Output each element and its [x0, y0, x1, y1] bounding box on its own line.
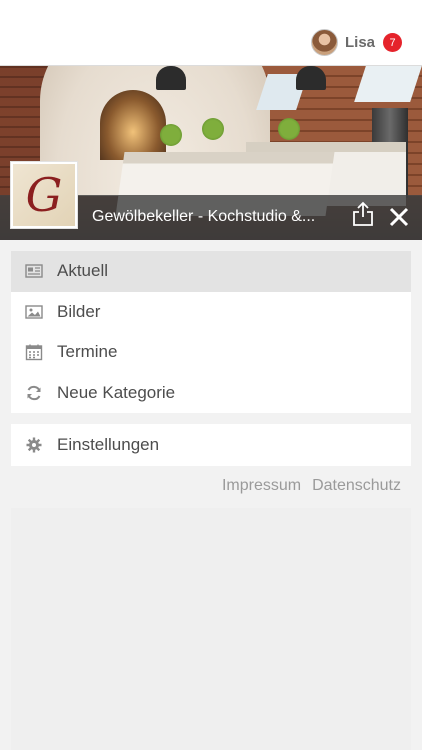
menu-item-termine[interactable]: Termine — [11, 332, 411, 373]
menu-item-label: Termine — [57, 342, 118, 362]
refresh-icon — [25, 384, 43, 402]
avatar[interactable] — [310, 29, 338, 56]
menu-item-label: Neue Kategorie — [57, 382, 176, 402]
logo-letter: G — [13, 164, 75, 226]
menu-item-aktuell[interactable]: Aktuell — [11, 251, 411, 292]
footer-links: Impressum Datenschutz — [222, 477, 401, 495]
menu-item-label: Aktuell — [57, 261, 109, 281]
user-name[interactable]: Lisa — [345, 34, 375, 51]
settings-card: Einstellungen — [11, 424, 411, 466]
menu-list: Aktuell Bilder Termine Neue Kategorie — [11, 251, 411, 413]
user-profile[interactable]: Lisa 7 — [310, 29, 402, 56]
gear-icon — [25, 436, 43, 454]
close-button[interactable] — [386, 204, 412, 230]
menu-item-einstellungen[interactable]: Einstellungen — [11, 424, 411, 466]
menu-item-bilder[interactable]: Bilder — [11, 292, 411, 333]
empty-panel — [11, 508, 411, 750]
impressum-link[interactable]: Impressum — [222, 477, 301, 495]
top-bar: Lisa 7 — [0, 0, 422, 66]
calendar-icon — [25, 343, 43, 361]
brand-logo: G — [10, 161, 78, 229]
notification-badge[interactable]: 7 — [383, 33, 402, 52]
menu-item-label: Einstellungen — [57, 435, 160, 454]
share-button[interactable] — [352, 201, 374, 227]
image-icon — [25, 303, 43, 321]
share-icon — [353, 201, 373, 226]
menu-item-neue-kategorie[interactable]: Neue Kategorie — [11, 373, 411, 414]
menu-item-label: Bilder — [57, 301, 101, 321]
close-icon — [389, 207, 409, 227]
page-title: Gewölbekeller - Kochstudio &... — [92, 208, 316, 225]
datenschutz-link[interactable]: Datenschutz — [312, 477, 401, 495]
newspaper-icon — [25, 262, 43, 280]
